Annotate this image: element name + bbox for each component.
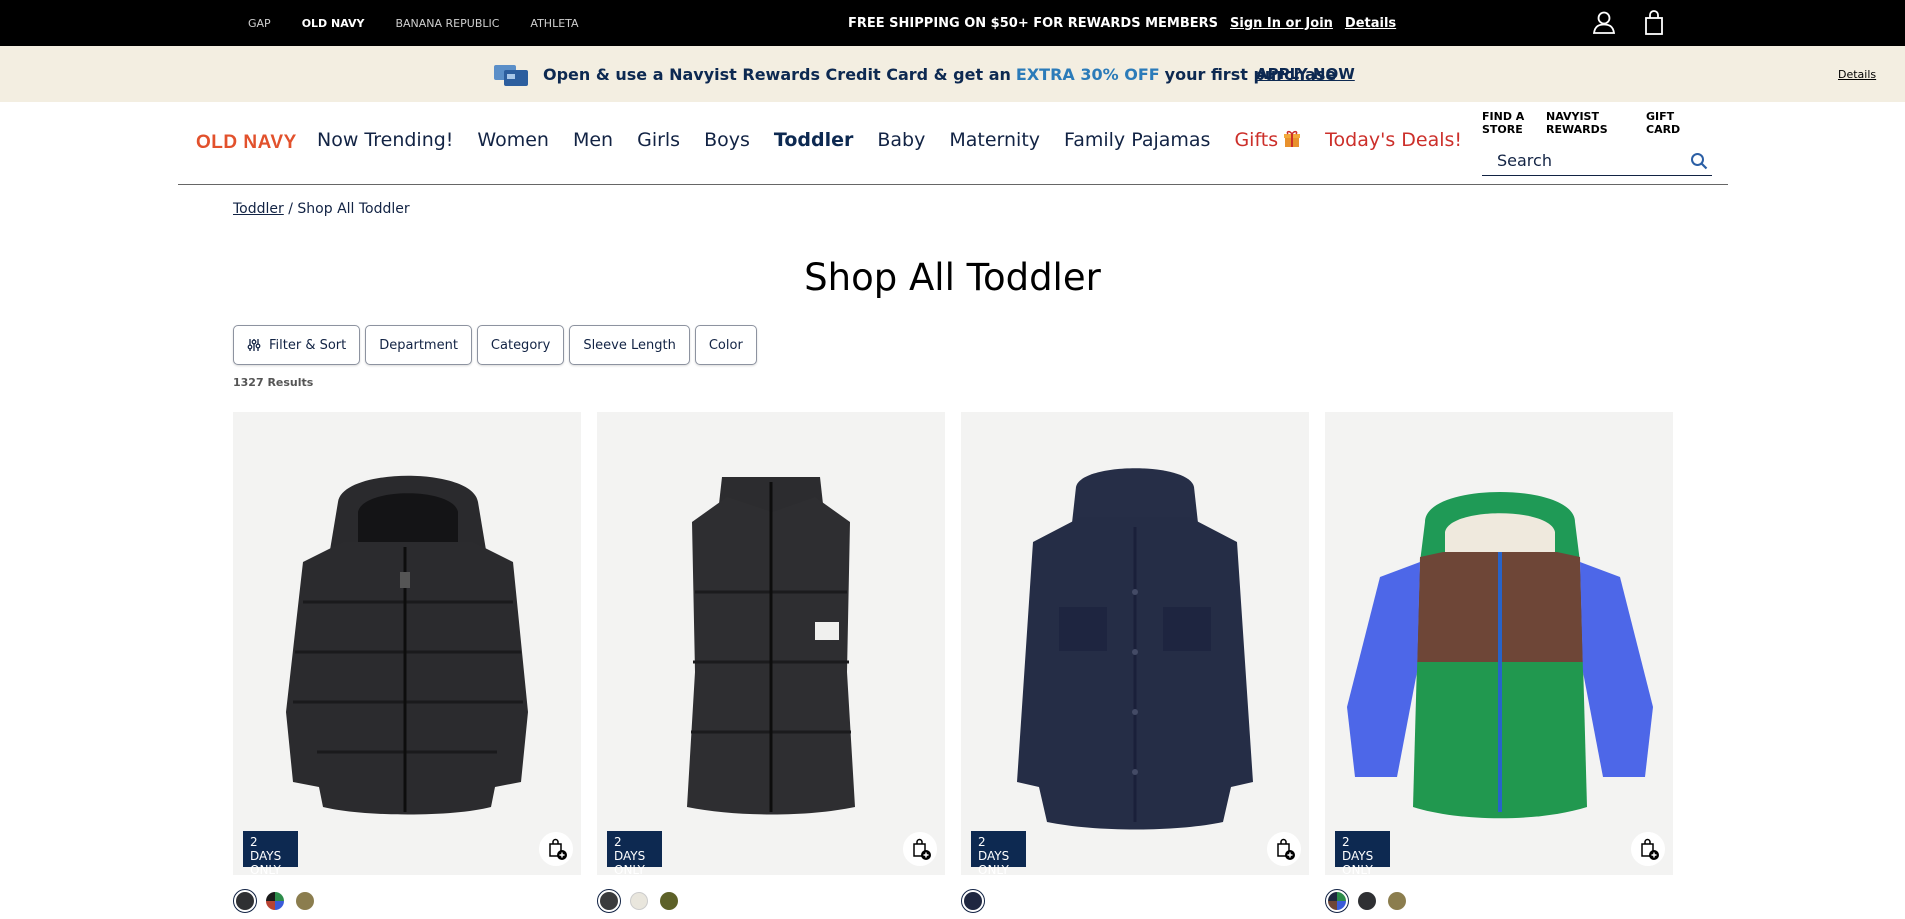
gift-icon [1284,130,1301,147]
color-swatch[interactable] [961,889,985,913]
main-nav: OLD NAVY Now Trending! Women Men Girls B… [178,102,1728,185]
promo-badge-line-2: ONLY [1342,863,1373,875]
breadcrumb-toddler-link[interactable]: Toddler [233,201,284,217]
breadcrumb: Toddler / Shop All Toddler [233,201,410,217]
apply-now-link[interactable]: APPLY NOW [1256,46,1355,102]
promo-badge: 2 DAYS ONLY [971,831,1026,875]
breadcrumb-current: Shop All Toddler [297,201,410,217]
sign-in-link[interactable]: Sign In or Join [1230,16,1333,31]
category-menu: Now Trending! Women Men Girls Boys Toddl… [317,129,1462,151]
quick-add-bag-icon[interactable] [1267,832,1301,866]
brand-links: GAP OLD NAVY BANANA REPUBLIC ATHLETA [248,0,579,46]
nav-item-now-trending[interactable]: Now Trending! [317,129,453,151]
black-puffer-jacket-image [233,412,581,875]
top-bar: GAP OLD NAVY BANANA REPUBLIC ATHLETA FRE… [0,0,1905,46]
quick-add-bag-icon[interactable] [1631,832,1665,866]
navy-shirt-jacket-image [961,412,1309,875]
product-image[interactable]: 2 DAYS ONLY [597,412,945,875]
brand-link-old-navy[interactable]: OLD NAVY [302,17,365,30]
color-swatch[interactable] [597,889,621,913]
colorblock-puffer-jacket-image [1325,412,1673,875]
breadcrumb-separator: / [283,201,298,217]
banner-message: Open & use a Navyist Rewards Credit Card… [543,46,1336,102]
banner-highlight: EXTRA 30% OFF [1015,64,1160,84]
brand-link-gap[interactable]: GAP [248,17,271,30]
color-swatch[interactable] [263,889,287,913]
nav-item-women[interactable]: Women [477,129,549,151]
promo-badge-line-1: 2 DAYS [978,835,1010,863]
gift-card-link[interactable]: GIFT CARD [1646,110,1686,136]
promo-badge-line-1: 2 DAYS [250,835,282,863]
navyist-rewards-link[interactable]: NAVYIST REWARDS [1546,110,1626,136]
promo-badge-line-2: ONLY [250,863,281,875]
promo-badge-line-2: ONLY [978,863,1009,875]
nav-item-todays-deals[interactable]: Today's Deals! [1325,129,1462,151]
nav-item-family-pajamas[interactable]: Family Pajamas [1064,129,1210,151]
category-filter-button[interactable]: Category [476,325,565,365]
top-icons [1590,9,1668,37]
shipping-promo: FREE SHIPPING ON $50+ FOR REWARDS MEMBER… [848,0,1396,46]
nav-item-boys[interactable]: Boys [704,129,750,151]
product-image[interactable]: 2 DAYS ONLY [233,412,581,875]
color-swatch[interactable] [1355,889,1379,913]
nav-item-gifts-label: Gifts [1234,129,1279,151]
product-image[interactable]: 2 DAYS ONLY [961,412,1309,875]
promo-badge-line-1: 2 DAYS [1342,835,1374,863]
color-filter-button[interactable]: Color [694,325,757,365]
utility-links: FIND A STORE NAVYIST REWARDS GIFT CARD [1482,110,1686,136]
black-puffer-vest-image [597,412,945,875]
filter-bar: Filter & Sort Department Category Sleeve… [233,325,757,365]
find-a-store-link[interactable]: FIND A STORE [1482,110,1526,136]
product-grid: 2 DAYS ONLY 2 DAYS ONLY 2 DAYS ONLY 2 DA… [233,412,1673,919]
nav-item-maternity[interactable]: Maternity [949,129,1040,151]
filter-sort-label: Filter & Sort [269,337,347,353]
color-swatches [597,889,681,913]
credit-card-icon [494,65,528,86]
credit-card-banner: Open & use a Navyist Rewards Credit Card… [0,46,1905,102]
quick-add-bag-icon[interactable] [539,832,573,866]
page-title: Shop All Toddler [804,256,1101,299]
nav-item-men[interactable]: Men [573,129,613,151]
department-filter-button[interactable]: Department [365,325,472,365]
color-swatch[interactable] [1325,889,1349,913]
nav-item-toddler[interactable]: Toddler [774,129,853,151]
promo-badge: 2 DAYS ONLY [607,831,662,875]
bag-icon[interactable] [1640,9,1668,37]
nav-item-baby[interactable]: Baby [877,129,925,151]
color-swatch[interactable] [233,889,257,913]
brand-link-banana-republic[interactable]: BANANA REPUBLIC [395,17,499,30]
promo-badge: 2 DAYS ONLY [1335,831,1390,875]
quick-add-bag-icon[interactable] [903,832,937,866]
account-icon[interactable] [1590,9,1618,37]
color-swatch[interactable] [627,889,651,913]
promo-badge-line-1: 2 DAYS [614,835,646,863]
brand-link-athleta[interactable]: ATHLETA [530,17,578,30]
old-navy-logo[interactable]: OLD NAVY [196,132,297,154]
product-image[interactable]: 2 DAYS ONLY [1325,412,1673,875]
shipping-promo-text: FREE SHIPPING ON $50+ FOR REWARDS MEMBER… [848,15,1219,31]
promo-badge: 2 DAYS ONLY [243,831,298,875]
search-bar [1482,146,1712,176]
banner-text-before: Open & use a Navyist Rewards Credit Card… [543,64,1011,84]
nav-item-gifts[interactable]: Gifts [1234,129,1301,151]
shipping-details-link[interactable]: Details [1345,16,1396,31]
filter-sort-button[interactable]: Filter & Sort [233,325,361,365]
color-swatch[interactable] [293,889,317,913]
color-swatches [233,889,317,913]
search-icon[interactable] [1690,152,1708,170]
banner-details-link[interactable]: Details [1838,46,1876,102]
results-count: 1327 Results [233,376,314,389]
search-input[interactable] [1497,150,1677,170]
sliders-icon [247,339,261,351]
color-swatches [1325,889,1409,913]
nav-item-girls[interactable]: Girls [637,129,680,151]
promo-badge-line-2: ONLY [614,863,645,875]
color-swatch[interactable] [657,889,681,913]
sleeve-length-filter-button[interactable]: Sleeve Length [569,325,690,365]
color-swatches [961,889,985,913]
color-swatch[interactable] [1385,889,1409,913]
